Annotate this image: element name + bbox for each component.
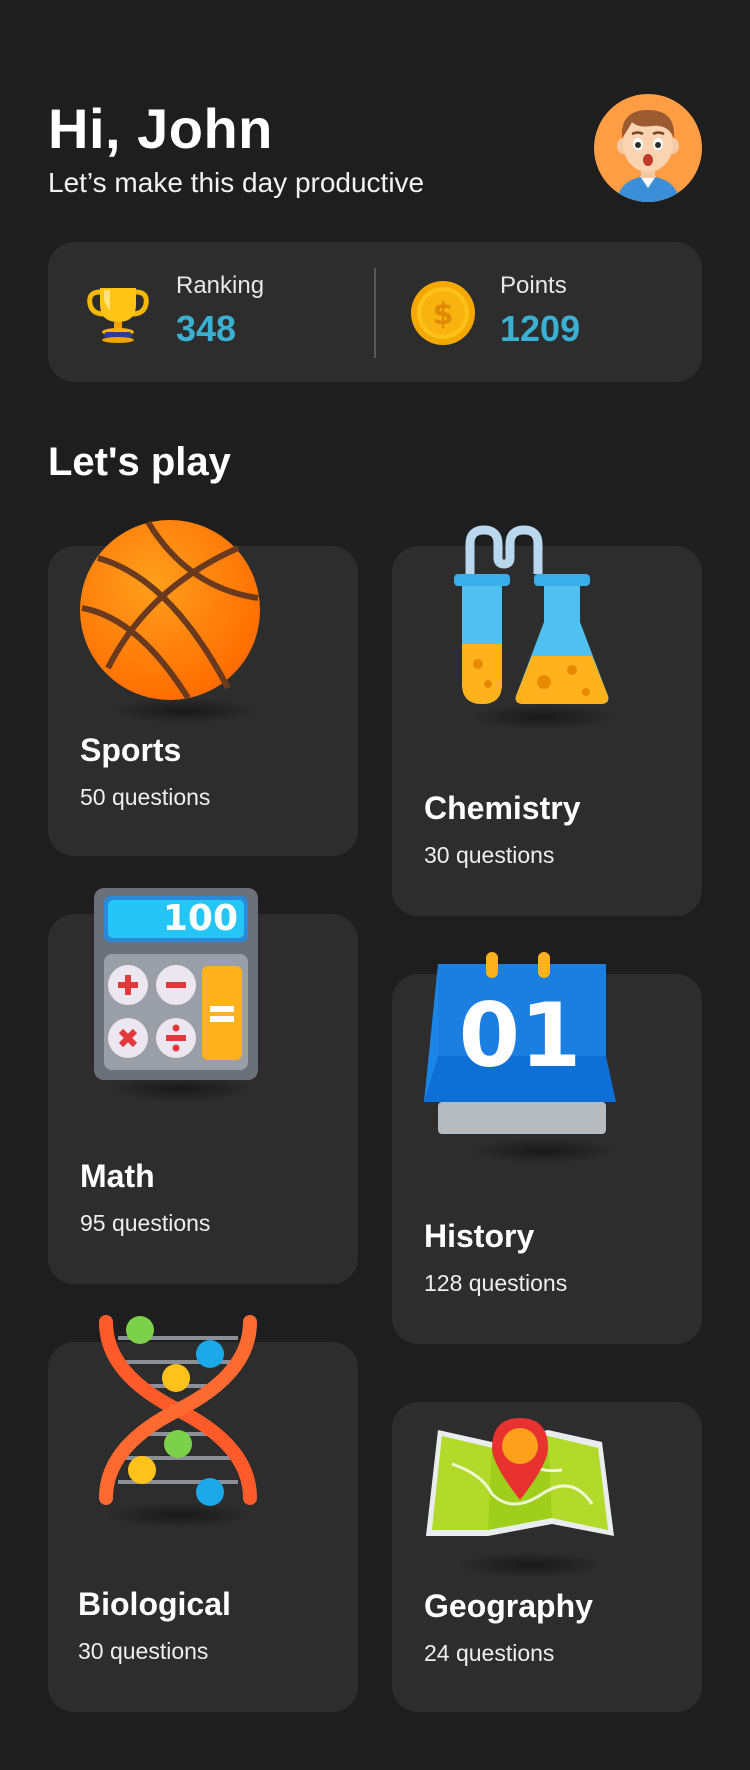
card-count: 128 questions — [424, 1270, 568, 1296]
card-title: Chemistry — [424, 790, 581, 826]
trophy-icon — [86, 280, 150, 349]
calendar-day-number: 01 — [458, 984, 582, 1087]
section-title: Let's play — [48, 440, 231, 484]
ranking-label: Ranking — [176, 272, 265, 299]
lab-flask-icon — [440, 524, 610, 715]
greeting-subtitle: Let’s make this day productive — [48, 167, 425, 198]
art-shadow — [468, 1138, 618, 1164]
points-value: 1209 — [500, 308, 581, 349]
card-count: 30 questions — [78, 1638, 209, 1664]
greeting-title: Hi, John — [48, 97, 273, 160]
map-pin-icon — [422, 1404, 618, 1545]
stats-card: Ranking 348 $ Points 1209 — [48, 242, 702, 382]
avatar[interactable] — [594, 94, 702, 202]
stat-divider — [374, 268, 376, 358]
dna-icon — [96, 1314, 260, 1511]
svg-text:$: $ — [433, 297, 454, 332]
card-title: Biological — [78, 1586, 231, 1622]
avatar-boy-icon — [616, 110, 680, 202]
card-title: Math — [80, 1158, 155, 1194]
art-shadow — [456, 1552, 606, 1578]
ranking-value: 348 — [176, 308, 237, 349]
card-title: Sports — [80, 732, 182, 768]
coin-icon: $ — [410, 280, 476, 351]
card-title: History — [424, 1218, 535, 1254]
card-count: 95 questions — [80, 1210, 211, 1236]
basketball-icon — [78, 518, 262, 707]
card-count: 50 questions — [80, 784, 211, 810]
card-count: 24 questions — [424, 1640, 555, 1666]
card-count: 30 questions — [424, 842, 555, 868]
card-title: Geography — [424, 1588, 593, 1624]
points-label: Points — [500, 272, 567, 299]
calculator-icon: 100 — [94, 888, 258, 1080]
calendar-icon: 01 — [424, 952, 616, 1136]
calculator-display: 100 — [162, 898, 238, 939]
